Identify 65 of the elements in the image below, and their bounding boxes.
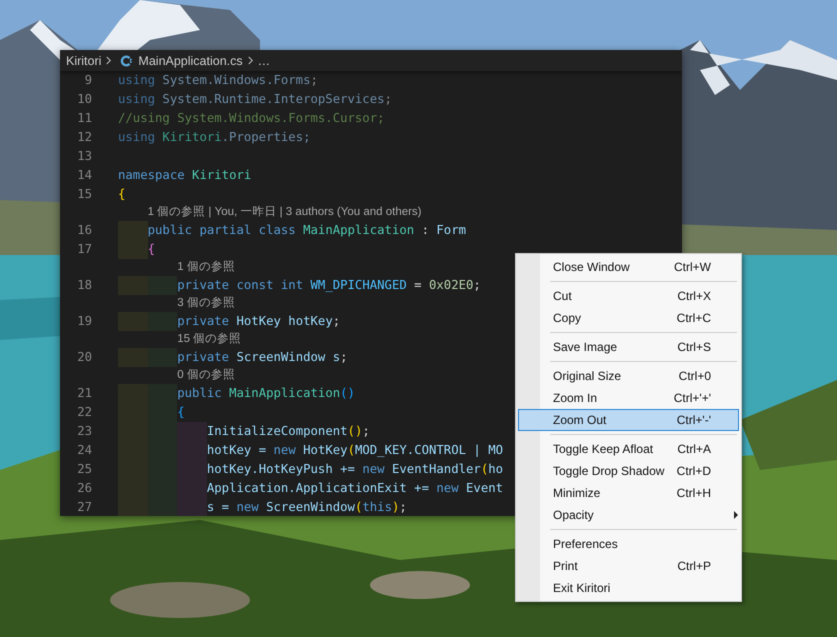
indent-guide: [177, 498, 207, 516]
line-number: 22: [76, 404, 93, 421]
menu-item[interactable]: Preferences: [518, 533, 739, 555]
more-crumb[interactable]: …: [258, 54, 270, 68]
code-line: {: [118, 186, 126, 203]
codelens-text[interactable]: 15 個の参照: [177, 331, 242, 348]
line-number: 23: [76, 423, 93, 440]
codelens-text[interactable]: 3 個の参照: [177, 295, 235, 312]
line-number: 15: [76, 186, 93, 203]
code-line: hotKey = new HotKey(MOD_KEY.CONTROL | MO: [206, 442, 504, 459]
line-number: 20: [76, 349, 93, 366]
menu-item[interactable]: Original Size Ctrl+0: [518, 365, 739, 387]
code-line: //using System.Windows.Forms.Cursor;: [118, 110, 385, 127]
menu-item[interactable]: Toggle Keep Afloat Ctrl+A: [518, 438, 739, 460]
code-line: namespace Kiritori: [118, 167, 252, 184]
line-number: 16: [76, 222, 93, 239]
menu-item[interactable]: Cut Ctrl+X: [518, 285, 739, 307]
code-line: {: [177, 404, 185, 421]
line-number: 21: [76, 385, 93, 402]
code-line: using Kiritori.Properties;: [118, 129, 310, 146]
menu-item[interactable]: Opacity: [518, 504, 739, 526]
line-number: 12: [76, 129, 93, 146]
line-number: 11: [76, 110, 93, 127]
menu-item[interactable]: Zoom In Ctrl+'+': [518, 387, 739, 409]
menu-item[interactable]: Exit Kiritori: [518, 577, 739, 599]
menu-item[interactable]: Save Image Ctrl+S: [518, 336, 739, 358]
line-number: 24: [76, 442, 93, 459]
line-number: 19: [76, 313, 93, 330]
code-line: using System.Windows.Forms;: [118, 72, 318, 89]
code-line: s = new ScreenWindow(this);: [206, 499, 407, 516]
code-line: public partial class MainApplication : Form: [148, 222, 466, 239]
indent-guide: [118, 498, 148, 516]
line-number: 26: [76, 480, 93, 497]
file-type-icon: [120, 54, 132, 66]
code-line: InitializeComponent();: [206, 423, 370, 440]
code-line: private HotKey hotKey;: [177, 313, 340, 330]
code-line: private const int WM_DPICHANGED = 0x02E0;: [177, 277, 481, 294]
file-crumb[interactable]: MainApplication.cs: [138, 54, 243, 68]
folder-crumb[interactable]: Kiritori: [66, 54, 102, 68]
codelens-text[interactable]: 0 個の参照: [177, 367, 235, 384]
menu-item[interactable]: Toggle Drop Shadow Ctrl+D: [518, 460, 739, 482]
menu-item[interactable]: Zoom Out Ctrl+'-': [518, 409, 739, 431]
code-line: {: [148, 241, 156, 258]
chevron-icon: [105, 56, 112, 65]
chevron-icon: [246, 56, 254, 65]
line-number: 17: [76, 241, 93, 258]
line-number: 18: [76, 277, 93, 294]
codelens-text[interactable]: 1 個の参照 | You, 一昨日 | 3 authors (You and others): [148, 204, 422, 221]
code-line: using System.Runtime.InteropServices;: [118, 91, 392, 108]
menu-item[interactable]: Copy Ctrl+C: [518, 307, 739, 329]
codelens-text[interactable]: 1 個の参照: [177, 259, 235, 276]
indent-guide: [148, 498, 178, 516]
code-line: hotKey.HotKeyPush += new EventHandler(ho: [206, 461, 504, 478]
line-number: 9: [84, 72, 93, 89]
code-line: private ScreenWindow s;: [177, 349, 348, 366]
line-number: 14: [76, 167, 93, 184]
line-number: 10: [76, 91, 93, 108]
menu-item[interactable]: Minimize Ctrl+H: [518, 482, 739, 504]
code-line: Application.ApplicationExit += new Event: [206, 480, 504, 497]
line-number: 27: [76, 499, 93, 516]
menu-item[interactable]: Close Window Ctrl+W: [518, 256, 739, 278]
code-line: public MainApplication(): [177, 385, 355, 402]
line-number: 13: [76, 148, 93, 165]
menu-item[interactable]: Print Ctrl+P: [518, 555, 739, 577]
line-number: 25: [76, 461, 93, 478]
